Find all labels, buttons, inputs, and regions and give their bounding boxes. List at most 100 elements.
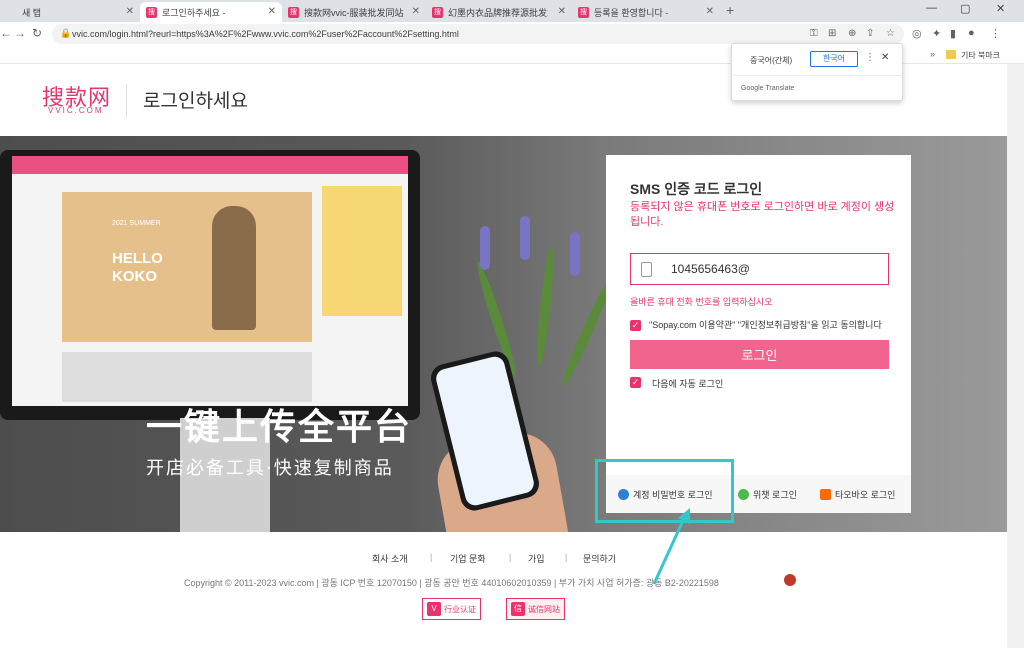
screen-thumbnails [62, 352, 312, 402]
lock-icon: 🔒 [60, 28, 72, 38]
close-icon[interactable]: ✕ [558, 6, 566, 17]
camera-icon[interactable]: ◎ [912, 27, 922, 40]
agreement-text[interactable]: "Sopay.com 이용약관" "개인정보취급방침"을 읽고 동의합니다 [649, 319, 889, 337]
side-panel-icon[interactable]: ▮ [950, 27, 956, 40]
maximize-icon[interactable]: ▢ [960, 2, 970, 15]
more-options-icon[interactable]: ⋮ [865, 52, 875, 63]
translate-icon[interactable]: ⊞ [828, 28, 836, 39]
url-text: vvic.com/login.html?reurl=https%3A%2F%2F… [72, 29, 459, 39]
police-badge-icon [784, 574, 796, 586]
bookmark-star-icon[interactable]: ☆ [886, 28, 895, 39]
badge-label: 诚信网站 [528, 604, 560, 614]
screen-banner: 2021 SUMMER HELLO KOKO [62, 192, 312, 342]
annotation-arrow [652, 508, 690, 585]
mobile-phone-icon [641, 262, 652, 277]
login-button[interactable]: 로그인 [630, 340, 889, 369]
trust-icon: 信 [511, 602, 525, 616]
address-bar[interactable]: 🔒 vvic.com/login.html?reurl=https%3A%2F%… [52, 24, 904, 44]
tab-brand[interactable]: 搜 幻墨内衣品牌推荐源批发拿货 - 1 ✕ [426, 2, 572, 22]
hero-slogan: 一键上传全平台 [146, 407, 413, 448]
site-logo-subtext: VVIC.COM [48, 106, 104, 115]
back-arrow-icon[interactable]: ← [0, 26, 12, 40]
divider [732, 75, 902, 76]
monitor-illustration: 2021 SUMMER HELLO KOKO [0, 150, 420, 420]
tab-label: 새 탭 [22, 7, 42, 18]
footer-link-join[interactable]: 가입 [528, 552, 545, 565]
tab-login[interactable]: 搜 로그인하주세요 - ✕ [140, 2, 282, 22]
leaf [534, 246, 557, 367]
tab-strip: 새 탭 ✕ 搜 로그인하주세요 - ✕ 搜 搜款网vvic-服装批发同站-女装批… [0, 0, 1024, 22]
trusted-site-badge[interactable]: 信诚信网站 [506, 598, 565, 620]
flower [520, 216, 530, 260]
close-icon[interactable]: ✕ [706, 6, 714, 17]
model-figure [212, 206, 256, 330]
tab-new[interactable]: 새 탭 ✕ [0, 2, 140, 22]
auto-login-checkbox[interactable]: ✓ [630, 377, 641, 388]
window-close-icon[interactable]: ✕ [996, 2, 1005, 15]
hero-subslogan: 开店必备工具·快速复制商品 [146, 458, 394, 479]
flower [570, 232, 580, 276]
wechat-icon [738, 489, 749, 500]
badge-label: 行业认证 [444, 604, 476, 614]
login-title: SMS 인증 코드 로그인 [630, 181, 763, 197]
share-icon[interactable]: ⇪ [866, 28, 874, 39]
chevron-right-icon[interactable]: » [930, 49, 935, 59]
auto-login-label: 다음에 자동 로그인 [652, 379, 724, 389]
agreement-checkbox[interactable]: ✓ [630, 320, 641, 331]
industry-cert-badge[interactable]: V 行业认证 [422, 598, 481, 620]
flower [480, 226, 490, 270]
footer-separator: | [509, 552, 512, 562]
footer-separator: | [565, 552, 568, 562]
page-title: 로그인하세요 [143, 91, 248, 112]
footer-link-culture[interactable]: 기업 문화 [450, 552, 486, 565]
other-bookmarks[interactable]: 기타 북마크 [961, 50, 1000, 61]
monitor-screen: 2021 SUMMER HELLO KOKO [12, 156, 408, 406]
minimize-icon[interactable]: — [926, 2, 937, 14]
vvic-favicon-icon: 搜 [146, 6, 157, 18]
menu-icon[interactable]: ⋮ [990, 27, 1001, 40]
screen-header-bar [12, 156, 408, 174]
tab-label: 搜款网vvic-服装批发同站-女装批 [304, 7, 404, 18]
vvic-favicon-icon: 搜 [432, 6, 443, 18]
tab-label: 등록을 환영합니다 - [594, 7, 669, 18]
wechat-login-label: 위챗 로그인 [753, 490, 797, 500]
forward-arrow-icon[interactable]: → [14, 26, 26, 40]
phone-error-message: 올바른 휴대 전화 번호를 입력하십시오 [630, 297, 773, 307]
zoom-icon[interactable]: ⊕ [848, 28, 856, 39]
key-icon[interactable]: ⚿ [810, 28, 818, 39]
close-icon[interactable]: ✕ [126, 6, 134, 17]
translate-popup: 중국어(간체) 한국어 ⋮ ✕ Google Translate [731, 43, 903, 101]
tab-label: 로그인하주세요 - [162, 7, 226, 18]
footer-link-about[interactable]: 회사 소개 [372, 552, 408, 565]
close-icon[interactable]: ✕ [412, 6, 420, 17]
footer-copyright: Copyright © 2011-2023 vvic.com | 광동 ICP … [184, 578, 719, 588]
screen-banner-title: HELLO KOKO [112, 250, 163, 285]
tab-label: 幻墨内衣品牌推荐源批发拿货 - 1 [448, 7, 548, 18]
source-language-option[interactable]: 중국어(간체) [750, 55, 792, 66]
profile-avatar-icon[interactable]: ● [968, 27, 975, 39]
phone-field[interactable] [630, 253, 889, 285]
target-language-option[interactable]: 한국어 [810, 51, 858, 67]
taobao-login-label: 타오바오 로그인 [835, 490, 896, 500]
folder-icon [946, 50, 956, 59]
close-icon[interactable]: ✕ [268, 6, 276, 17]
taobao-login-option[interactable]: 타오바오 로그인 [820, 488, 895, 501]
reload-icon[interactable]: ↻ [32, 26, 42, 40]
tab-register[interactable]: 搜 등록을 환영합니다 - ✕ [572, 2, 720, 22]
cert-v-icon: V [427, 602, 441, 616]
footer-link-contact[interactable]: 문의하기 [583, 552, 616, 565]
vvic-favicon-icon: 搜 [288, 6, 299, 18]
screen-banner-subtitle: 2021 SUMMER [112, 220, 161, 227]
divider [126, 84, 127, 118]
taobao-icon [820, 489, 831, 500]
extensions-icon[interactable]: ✦ [932, 27, 941, 40]
tab-vvic-home[interactable]: 搜 搜款网vvic-服装批发同站-女装批 ✕ [282, 2, 426, 22]
new-tab-button[interactable]: + [726, 2, 734, 18]
page-scrollbar[interactable] [1007, 64, 1024, 648]
footer-separator: | [430, 552, 433, 562]
vvic-favicon-icon: 搜 [578, 6, 589, 18]
screen-side-panel [322, 186, 402, 316]
phone-input[interactable] [671, 261, 871, 277]
close-icon[interactable]: ✕ [881, 52, 889, 63]
wechat-login-option[interactable]: 위챗 로그인 [738, 488, 797, 501]
